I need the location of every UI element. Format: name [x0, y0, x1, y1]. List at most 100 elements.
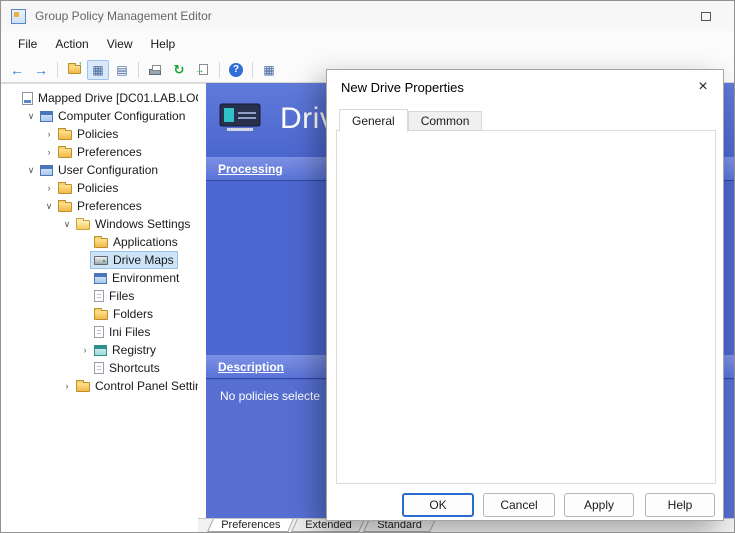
up-one-level-button[interactable]: [63, 60, 85, 80]
back-button[interactable]: ←: [6, 60, 28, 80]
cancel-button[interactable]: Cancel: [483, 493, 555, 517]
folder-icon: [58, 130, 72, 140]
tree-item-label: Files: [109, 289, 134, 303]
tree-item-label: Shortcuts: [109, 361, 160, 375]
toolbar-separator: [252, 62, 253, 78]
refresh-icon: ↻: [174, 63, 185, 76]
forward-icon: →: [34, 63, 48, 77]
dialog-tab-strip: General Common: [339, 109, 482, 132]
tree-item-drive-maps[interactable]: Drive Maps: [1, 251, 198, 269]
print-icon: [149, 69, 161, 75]
registry-icon: [94, 345, 107, 356]
tree-item-files[interactable]: Files: [1, 287, 198, 305]
tree-item-label: Mapped Drive [DC01.LAB.LOCA: [38, 91, 198, 105]
expander-icon[interactable]: ∨: [61, 219, 73, 230]
folder-icon: [58, 184, 72, 194]
expander-icon[interactable]: ›: [43, 183, 55, 193]
description-link[interactable]: Description: [218, 360, 284, 374]
menu-action[interactable]: Action: [46, 33, 97, 55]
tree-item-computer-policies[interactable]: › Policies: [1, 125, 198, 143]
apply-button[interactable]: Apply: [564, 493, 634, 517]
drive-icon: [94, 256, 108, 265]
window-title: Group Policy Management Editor: [35, 9, 212, 23]
tree-item-label: Policies: [77, 181, 118, 195]
expander-icon[interactable]: ›: [43, 147, 55, 157]
tree-item-windows-settings[interactable]: ∨ Windows Settings: [1, 215, 198, 233]
gpme-window: Group Policy Management Editor File Acti…: [0, 0, 735, 533]
tab-label: Preferences: [211, 519, 290, 531]
dialog-title: New Drive Properties: [341, 80, 464, 95]
help-button[interactable]: ?: [225, 60, 247, 80]
forward-button[interactable]: →: [30, 60, 52, 80]
tree-item-label: Applications: [113, 235, 178, 249]
view-menu-button[interactable]: ▦: [258, 60, 280, 80]
processing-link[interactable]: Processing: [218, 162, 283, 176]
tab-preferences[interactable]: Preferences: [207, 519, 294, 532]
menu-help[interactable]: Help: [142, 33, 185, 55]
tree-item-label: Preferences: [77, 199, 142, 213]
dialog-close-button[interactable]: ×: [691, 75, 715, 99]
expander-icon[interactable]: ›: [43, 129, 55, 139]
menu-view[interactable]: View: [98, 33, 142, 55]
tree-item-user-configuration[interactable]: ∨User Configuration: [1, 161, 198, 179]
tree-item-label: Windows Settings: [95, 217, 190, 231]
selected-highlight: Drive Maps: [91, 252, 177, 268]
maximize-button[interactable]: [694, 6, 718, 26]
folder-icon: [58, 148, 72, 158]
ok-button[interactable]: OK: [402, 493, 474, 517]
tab-general[interactable]: General: [339, 109, 408, 132]
open-folder-icon: [76, 220, 90, 230]
refresh-button[interactable]: ↻: [168, 60, 190, 80]
folder-icon: [58, 202, 72, 212]
app-icon: [11, 9, 26, 24]
tree-item-label: Computer Configuration: [58, 109, 185, 123]
tree-item-applications[interactable]: Applications: [1, 233, 198, 251]
show-console-tree-button[interactable]: ▦: [87, 60, 109, 80]
expander-icon[interactable]: ›: [61, 381, 73, 391]
toolbar-separator: [57, 62, 58, 78]
tree-item-computer-preferences[interactable]: › Preferences: [1, 143, 198, 161]
tree-item-folders[interactable]: Folders: [1, 305, 198, 323]
tree-item-label: Control Panel Setting: [95, 379, 198, 393]
print-button[interactable]: [144, 60, 166, 80]
help-icon: ?: [229, 63, 243, 77]
export-list-button[interactable]: [192, 60, 214, 80]
drive-maps-large-icon: [218, 100, 264, 139]
tree-item-user-preferences[interactable]: ∨ Preferences: [1, 197, 198, 215]
menu-file[interactable]: File: [9, 33, 46, 55]
tree-item-registry[interactable]: › Registry: [1, 341, 198, 359]
properties-button[interactable]: ▤: [111, 60, 133, 80]
tree-item-user-policies[interactable]: › Policies: [1, 179, 198, 197]
tree-item-label: Environment: [112, 271, 179, 285]
new-drive-properties-dialog: New Drive Properties × General Common Ac…: [326, 69, 724, 521]
toolbar-separator: [138, 62, 139, 78]
tree-item-ini-files[interactable]: Ini Files: [1, 323, 198, 341]
tab-common[interactable]: Common: [408, 111, 483, 131]
tree-item-label: Drive Maps: [113, 253, 174, 267]
tree-item-computer-configuration[interactable]: ∨ Computer Configuration: [1, 107, 198, 125]
view-menu-icon: ▦: [263, 64, 274, 76]
toolbar-separator: [219, 62, 220, 78]
no-policies-text: No policies selecte: [220, 389, 320, 403]
tree-item-mapped-drive[interactable]: Mapped Drive [DC01.LAB.LOCA: [1, 89, 198, 107]
expander-icon[interactable]: ∨: [25, 165, 37, 176]
expander-icon[interactable]: ›: [79, 345, 91, 355]
tree-item-label: Policies: [77, 127, 118, 141]
panel-splitter[interactable]: [198, 83, 206, 518]
tree-item-control-panel-settings[interactable]: › Control Panel Setting: [1, 377, 198, 395]
tree-item-label: Registry: [112, 343, 156, 357]
maximize-icon: [701, 12, 711, 21]
help-dialog-button[interactable]: Help: [645, 493, 715, 517]
expander-icon[interactable]: ∨: [43, 201, 55, 212]
properties-icon: ▤: [116, 64, 127, 76]
gpo-root-icon: [22, 92, 33, 105]
title-bar: Group Policy Management Editor: [1, 1, 734, 31]
tree-item-shortcuts[interactable]: Shortcuts: [1, 359, 198, 377]
files-icon: [94, 290, 104, 302]
folder-icon: [76, 382, 90, 392]
shortcuts-icon: [94, 362, 104, 374]
expander-icon[interactable]: ∨: [25, 111, 37, 122]
ini-files-icon: [94, 326, 104, 338]
tree-item-label: Preferences: [77, 145, 142, 159]
tree-item-environment[interactable]: Environment: [1, 269, 198, 287]
